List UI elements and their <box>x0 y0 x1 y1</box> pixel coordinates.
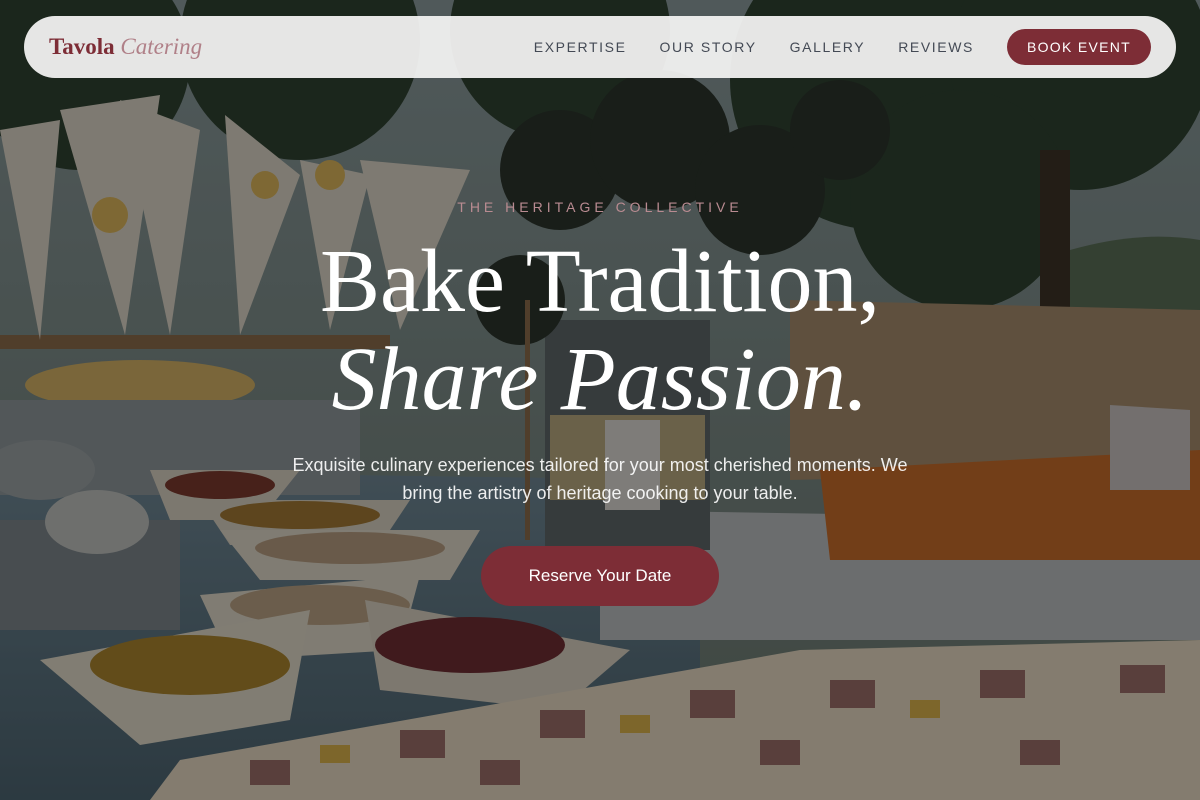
hero-section: Tavola Catering EXPERTISE OUR STORY GALL… <box>0 0 1200 800</box>
reserve-date-button[interactable]: Reserve Your Date <box>481 546 719 606</box>
hero-eyebrow: THE HERITAGE COLLECTIVE <box>457 199 743 215</box>
hero-content: THE HERITAGE COLLECTIVE Bake Tradition, … <box>0 0 1200 800</box>
hero-headline: Bake Tradition, Share Passion. <box>0 232 1200 428</box>
headline-line-1: Bake Tradition, <box>319 232 881 331</box>
hero-subtext: Exquisite culinary experiences tailored … <box>292 455 908 503</box>
headline-line-2: Share Passion. <box>331 330 869 429</box>
